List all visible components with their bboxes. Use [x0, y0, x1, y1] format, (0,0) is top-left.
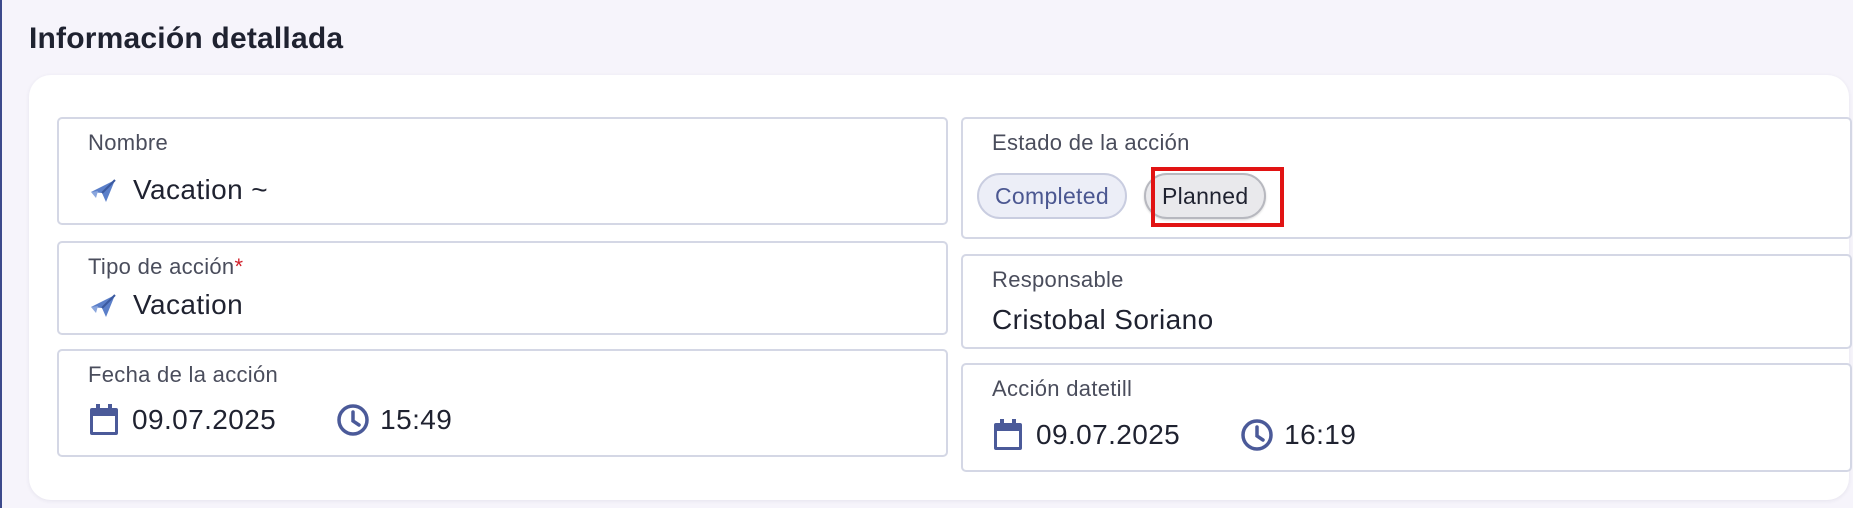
airplane-icon: [88, 290, 118, 320]
tipo-accion-value: Vacation: [133, 289, 244, 320]
left-edge-rule: [0, 0, 2, 508]
accion-datetill-time-picker[interactable]: 16:19: [1240, 418, 1356, 452]
status-chip-planned[interactable]: Planned: [1143, 173, 1267, 219]
clock-icon[interactable]: [1240, 418, 1273, 452]
clock-icon[interactable]: [336, 403, 369, 437]
status-chip-completed[interactable]: Completed: [977, 173, 1127, 219]
accion-datetill-value-row: 09.07.2025 16:19: [992, 418, 1356, 452]
tipo-accion-field[interactable]: Tipo de acción* Vacation: [57, 241, 948, 335]
fecha-accion-time: 15:49: [380, 404, 453, 435]
calendar-icon[interactable]: [992, 418, 1024, 452]
required-asterisk: *: [234, 254, 244, 279]
responsable-label: Responsable: [992, 267, 1124, 292]
estado-accion-label: Estado de la acción: [992, 130, 1190, 155]
tipo-accion-label: Tipo de acción*: [88, 254, 243, 280]
fecha-accion-value-row: 09.07.2025 15:49: [88, 403, 452, 437]
nombre-label: Nombre: [88, 130, 169, 155]
responsable-value: Cristobal Soriano: [992, 304, 1214, 335]
fecha-accion-date-picker[interactable]: 09.07.2025: [88, 403, 276, 437]
fecha-accion-field: Fecha de la acción 09.07.2025 15:49: [57, 349, 948, 457]
estado-accion-field: Estado de la acción Completed Planned: [961, 117, 1852, 239]
accion-datetill-label: Acción datetill: [992, 376, 1133, 401]
nombre-field[interactable]: Nombre Vacation ~: [57, 117, 948, 225]
airplane-icon: [88, 175, 118, 205]
details-card: Nombre Vacation ~ Tipo de acción* Vacati…: [29, 75, 1852, 500]
nombre-value: Vacation ~: [133, 174, 269, 205]
nombre-value-row: Vacation ~: [88, 174, 268, 206]
fecha-accion-label: Fecha de la acción: [88, 362, 279, 387]
accion-datetill-time: 16:19: [1284, 419, 1357, 450]
accion-datetill-field: Acción datetill 09.07.2025 16:19: [961, 363, 1852, 472]
section-title: Información detallada: [29, 22, 344, 55]
tipo-accion-label-text: Tipo de acción: [88, 254, 235, 279]
fecha-accion-date: 09.07.2025: [132, 404, 277, 435]
accion-datetill-date-picker[interactable]: 09.07.2025: [992, 418, 1180, 452]
tipo-accion-value-row: Vacation: [88, 289, 243, 321]
accion-datetill-date: 09.07.2025: [1036, 419, 1181, 450]
fecha-accion-time-picker[interactable]: 15:49: [336, 403, 452, 437]
estado-chip-group: Completed Planned: [977, 173, 1267, 219]
responsable-field[interactable]: Responsable Cristobal Soriano: [961, 254, 1852, 349]
calendar-icon[interactable]: [88, 403, 120, 437]
